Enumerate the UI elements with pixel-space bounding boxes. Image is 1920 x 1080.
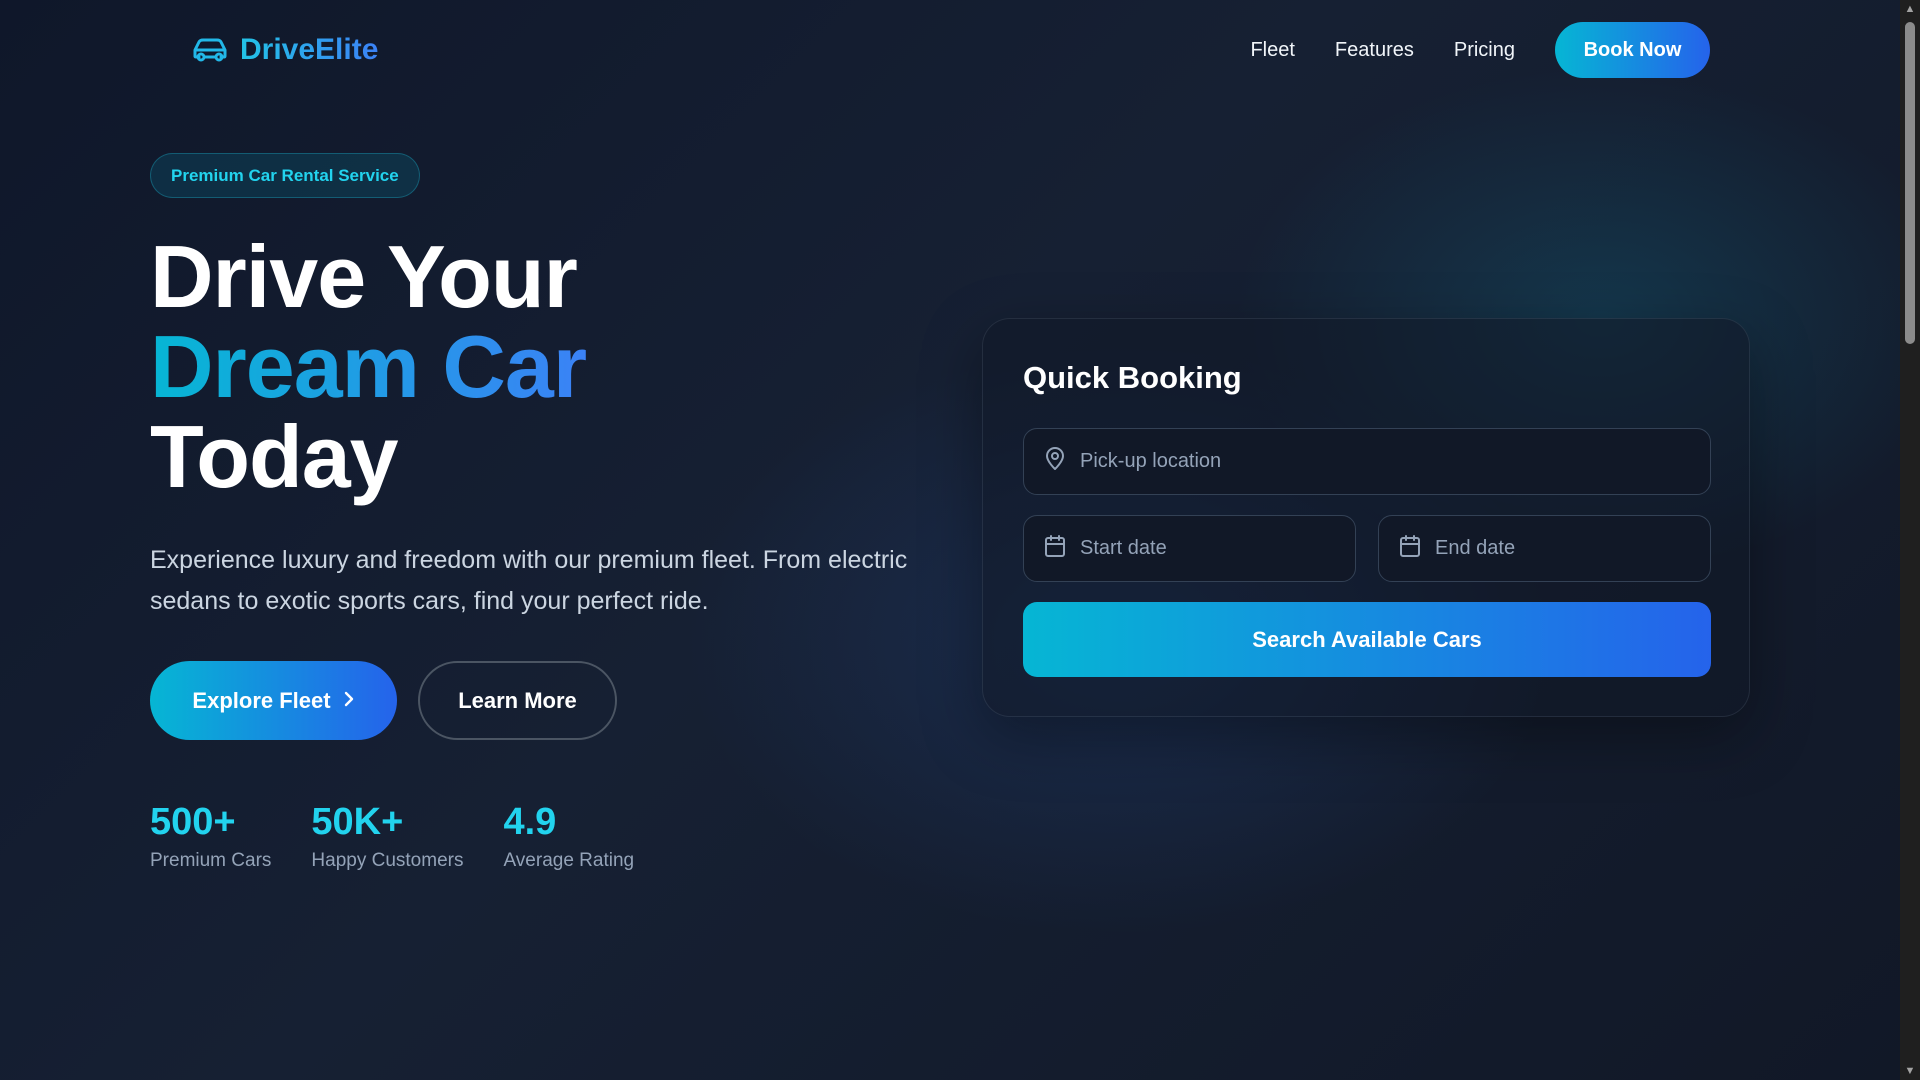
- end-date-input[interactable]: [1435, 537, 1675, 560]
- hero-description: Experience luxury and freedom with our p…: [150, 546, 908, 615]
- explore-fleet-label: Explore Fleet: [192, 687, 331, 713]
- scroll-down-arrow-icon[interactable]: ▼: [1900, 1062, 1920, 1080]
- stat-happy-customers: 50K+ Happy Customers: [311, 800, 463, 872]
- calendar-icon: [1044, 534, 1066, 563]
- explore-fleet-button[interactable]: Explore Fleet: [150, 661, 397, 740]
- headline-line-1: Drive Your: [150, 227, 578, 326]
- stat-value: 50K+: [311, 801, 404, 843]
- hero-headline: Drive Your Dream Car Today: [150, 232, 587, 502]
- pickup-location-field[interactable]: [1023, 428, 1711, 495]
- nav-link-fleet[interactable]: Fleet: [1250, 39, 1294, 62]
- top-navbar: DriveElite Fleet Features Pricing Book N…: [0, 0, 1900, 102]
- start-date-field[interactable]: [1023, 515, 1356, 582]
- nav-links: Fleet Features Pricing Book Now: [1250, 22, 1710, 78]
- hero-actions: Explore Fleet Learn More: [150, 661, 617, 740]
- search-available-cars-button[interactable]: Search Available Cars: [1023, 602, 1711, 677]
- scroll-up-arrow-icon[interactable]: ▲: [1900, 0, 1920, 18]
- stat-average-rating: 4.9 Average Rating: [503, 800, 634, 872]
- map-pin-icon: [1044, 447, 1066, 476]
- nav-link-features[interactable]: Features: [1335, 39, 1414, 62]
- stat-label: Happy Customers: [311, 850, 464, 871]
- quick-booking-card: Quick Booking Pick-up location Start dat…: [982, 318, 1750, 717]
- end-date-field[interactable]: [1378, 515, 1711, 582]
- book-now-button[interactable]: Book Now: [1555, 22, 1710, 78]
- brand-logo[interactable]: DriveElite: [190, 30, 378, 70]
- vertical-scrollbar[interactable]: ▲ ▼: [1900, 0, 1920, 1080]
- stats-row: 500+ Premium Cars 50K+ Happy Customers 4…: [150, 800, 634, 872]
- brand-name: DriveElite: [240, 33, 379, 66]
- chevron-right-icon: [343, 688, 355, 714]
- headline-line-3: Today: [150, 407, 399, 506]
- stat-premium-cars: 500+ Premium Cars: [150, 800, 271, 872]
- headline-accent: Dream Car: [150, 317, 587, 416]
- car-icon: [190, 30, 230, 70]
- stat-label: Average Rating: [503, 850, 635, 871]
- landing-page: DriveElite Fleet Features Pricing Book N…: [0, 0, 1900, 1080]
- pickup-location-input[interactable]: [1080, 450, 1640, 473]
- scroll-thumb[interactable]: [1905, 22, 1915, 344]
- learn-more-button[interactable]: Learn More: [418, 661, 617, 740]
- calendar-icon: [1399, 534, 1421, 563]
- nav-link-pricing[interactable]: Pricing: [1454, 39, 1515, 62]
- booking-title: Quick Booking: [1023, 360, 1242, 395]
- service-badge: Premium Car Rental Service: [150, 153, 420, 198]
- stat-value: 500+: [150, 801, 236, 843]
- stat-label: Premium Cars: [150, 850, 272, 871]
- stat-value: 4.9: [503, 801, 557, 843]
- start-date-input[interactable]: [1080, 537, 1320, 560]
